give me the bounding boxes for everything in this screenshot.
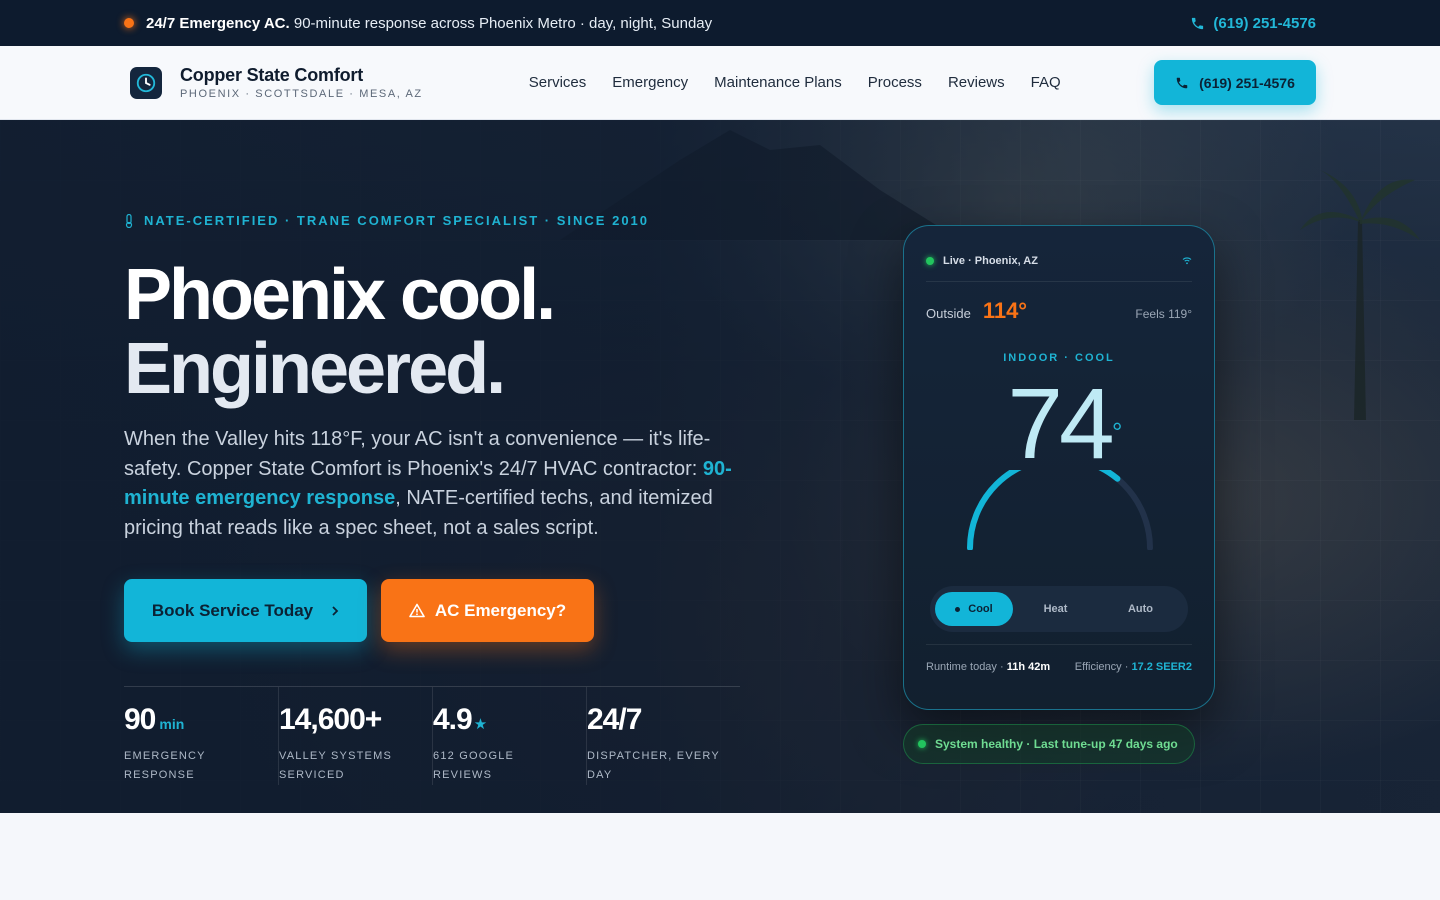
- mode-heat[interactable]: Heat: [1013, 592, 1098, 626]
- phone-icon: [1176, 77, 1188, 88]
- main-nav: Copper State Comfort PHOENIX · SCOTTSDAL…: [0, 46, 1440, 120]
- health-text: System healthy · Last tune-up 47 days ag…: [935, 737, 1178, 751]
- mode-auto[interactable]: Auto: [1098, 592, 1183, 626]
- runtime-value: 11h 42m: [1006, 661, 1051, 673]
- eyebrow-text: NATE-CERTIFIED · TRANE COMFORT SPECIALIS…: [144, 213, 650, 228]
- stat-label: VALLEY SYSTEMS SERVICED: [279, 750, 392, 781]
- nav-link-process[interactable]: Process: [868, 74, 922, 91]
- stat-label: EMERGENCY RESPONSE: [124, 750, 206, 781]
- stat-dispatch: 24/7 DISPATCHER, EVERY DAY: [586, 687, 740, 785]
- clock-logo-icon: [136, 73, 156, 92]
- emergency-title: 24/7 Emergency AC.: [146, 14, 290, 32]
- star-icon: ★: [473, 716, 487, 733]
- degree-symbol: °: [1112, 417, 1123, 447]
- efficiency-value: 17.2 SEER2: [1131, 661, 1192, 673]
- nav-link-maintenance-plans[interactable]: Maintenance Plans: [714, 74, 842, 91]
- runtime-label: Runtime today ·: [926, 661, 1004, 673]
- efficiency-label: Efficiency ·: [1074, 661, 1129, 673]
- thermostat-header: Live · Phoenix, AZ: [926, 248, 1192, 282]
- brand-logo[interactable]: [130, 66, 162, 99]
- thermometer-icon: [125, 213, 133, 228]
- nav-link-emergency[interactable]: Emergency: [612, 74, 688, 91]
- wifi-icon: [1182, 257, 1192, 265]
- warning-icon: [409, 603, 425, 618]
- feels-like: Feels 119°: [1135, 307, 1192, 321]
- book-service-button[interactable]: Book Service Today: [124, 579, 367, 642]
- mode-selector: Cool Heat Auto: [930, 586, 1188, 632]
- brand-subtitle: PHOENIX · SCOTTSDALE · MESA, AZ: [180, 88, 423, 100]
- nav-call-button[interactable]: (619) 251-4576: [1154, 60, 1316, 105]
- outside-label: Outside: [926, 306, 971, 321]
- stat-value: 4.9: [433, 703, 473, 736]
- stat-label: 612 GOOGLE REVIEWS: [433, 750, 515, 781]
- nav-links: Services Emergency Maintenance Plans Pro…: [529, 74, 1061, 91]
- indoor-temp: 74: [1007, 368, 1114, 480]
- efficiency-info: Efficiency · 17.2 SEER2: [1075, 661, 1192, 673]
- emergency-text: 90-minute response across Phoenix Metro …: [293, 14, 713, 32]
- topbar-phone-number: (619) 251-4576: [1213, 14, 1316, 32]
- outside-temp: 114°: [982, 298, 1028, 323]
- hero-lead: When the Valley hits 118°F, your AC isn'…: [124, 425, 734, 543]
- book-service-label: Book Service Today: [151, 600, 314, 620]
- live-dot: [926, 256, 934, 265]
- phone-icon: [1192, 17, 1204, 29]
- outside-temp-row: Outside 114° Feels 119°: [926, 298, 1192, 324]
- temperature-gauge[interactable]: [964, 470, 1156, 550]
- hero-stats: 90 min EMERGENCY RESPONSE 14,600+ VALLEY …: [124, 686, 740, 785]
- chevron-right-icon: [332, 605, 339, 616]
- brand-name: Copper State Comfort: [180, 65, 364, 85]
- status-dot: [124, 18, 134, 28]
- stat-systems: 14,600+ VALLEY SYSTEMS SERVICED: [278, 687, 432, 785]
- certification-eyebrow: NATE-CERTIFIED · TRANE COMFORT SPECIALIS…: [124, 213, 649, 228]
- thermostat-card: Live · Phoenix, AZ Outside 114° Feels 11…: [903, 225, 1215, 710]
- lead-text-1: When the Valley hits 118°F, your AC isn'…: [124, 428, 711, 480]
- live-indicator: Live · Phoenix, AZ: [926, 255, 1038, 267]
- mode-cool[interactable]: Cool: [935, 592, 1013, 626]
- headline-line-2: Engineered.: [124, 329, 506, 409]
- emergency-notice: 24/7 Emergency AC. 90-minute response ac…: [124, 15, 712, 32]
- stat-response: 90 min EMERGENCY RESPONSE: [124, 687, 278, 785]
- stat-reviews: 4.9 ★ 612 GOOGLE REVIEWS: [432, 687, 586, 785]
- nav-link-faq[interactable]: FAQ: [1031, 74, 1061, 91]
- indoor-mode-heading: INDOOR · COOL: [1003, 352, 1115, 364]
- topbar-phone-link[interactable]: (619) 251-4576: [1190, 15, 1316, 32]
- nav-link-services[interactable]: Services: [529, 74, 587, 91]
- runtime-info: Runtime today · 11h 42m: [926, 661, 1050, 673]
- system-health-badge: System healthy · Last tune-up 47 days ag…: [903, 724, 1195, 764]
- live-label: Live · Phoenix, AZ: [943, 254, 1038, 267]
- headline-line-1: Phoenix cool.: [124, 255, 556, 335]
- hero-section: NATE-CERTIFIED · TRANE COMFORT SPECIALIS…: [0, 120, 1440, 813]
- stat-unit: min: [159, 716, 185, 732]
- brand[interactable]: Copper State Comfort PHOENIX · SCOTTSDAL…: [180, 65, 423, 100]
- indoor-temp-display: 74 °: [904, 374, 1214, 474]
- hero-headline: Phoenix cool. Engineered.: [124, 258, 764, 406]
- stat-value: 90: [124, 703, 156, 736]
- ac-emergency-button[interactable]: AC Emergency?: [381, 579, 594, 642]
- stat-value: 24/7: [587, 703, 642, 736]
- nav-call-number: (619) 251-4576: [1199, 74, 1295, 91]
- emergency-topbar: 24/7 Emergency AC. 90-minute response ac…: [0, 0, 1440, 46]
- stat-value: 14,600+: [279, 703, 382, 736]
- stat-label: DISPATCHER, EVERY DAY: [587, 750, 720, 781]
- nav-link-reviews[interactable]: Reviews: [948, 74, 1005, 91]
- health-dot: [918, 740, 926, 748]
- thermostat-footer: Runtime today · 11h 42m Efficiency · 17.…: [926, 644, 1192, 673]
- ac-emergency-label: AC Emergency?: [434, 600, 567, 620]
